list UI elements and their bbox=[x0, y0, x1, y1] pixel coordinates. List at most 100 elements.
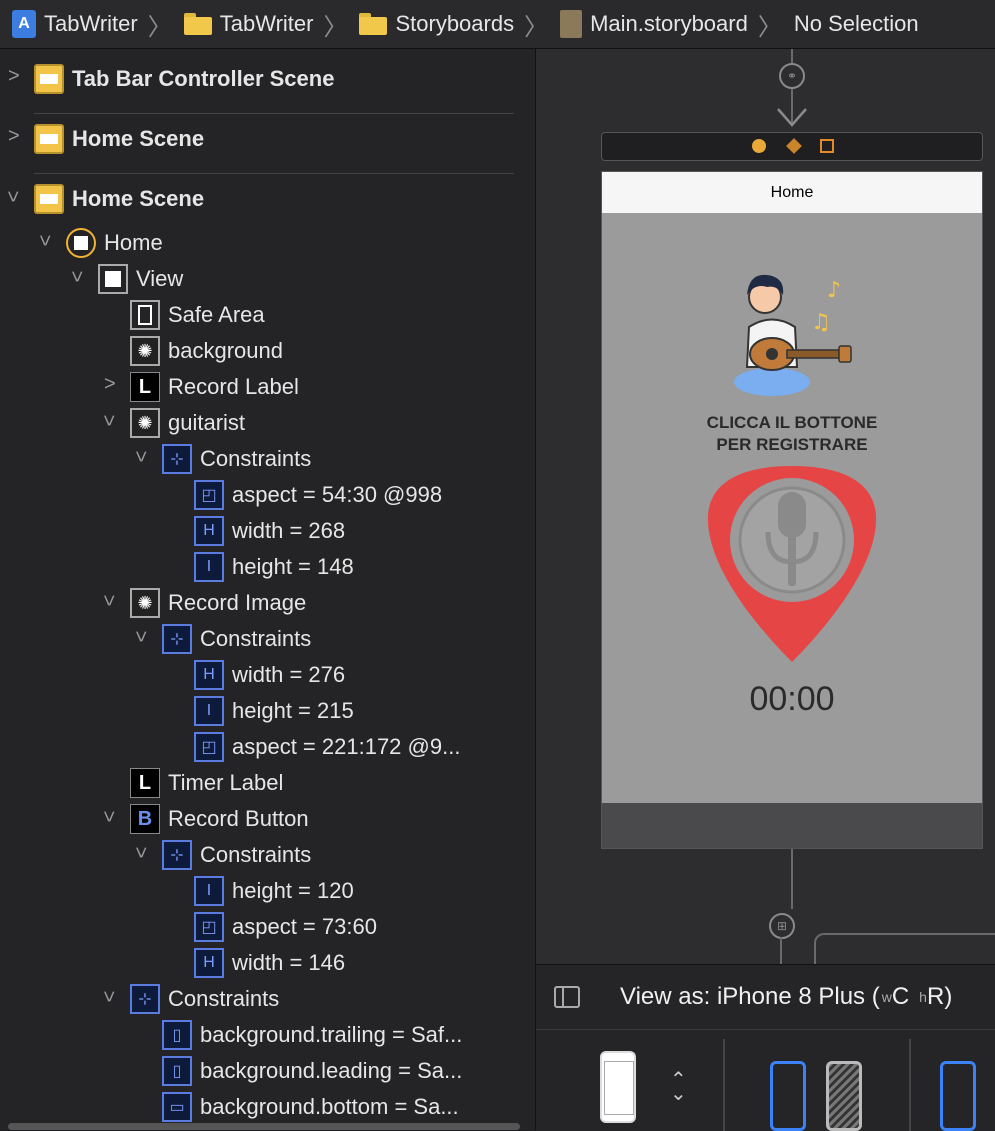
outline-constraint-aspect[interactable]: ◰ aspect = 54:30 @998 bbox=[194, 477, 442, 513]
view-as-label[interactable]: View as: iPhone 8 Plus ( bbox=[620, 983, 880, 1011]
outline-constraint-height[interactable]: I height = 215 bbox=[194, 693, 354, 729]
outline-item-home-vc[interactable]: Home bbox=[66, 225, 163, 261]
folder-icon bbox=[359, 13, 388, 35]
label-icon: L bbox=[130, 372, 160, 402]
scene-icon bbox=[34, 184, 64, 214]
disclosure-down-icon[interactable]: > bbox=[128, 631, 151, 643]
outline-constraint-height[interactable]: I height = 120 bbox=[194, 873, 354, 909]
disclosure-right-icon[interactable]: > bbox=[8, 65, 20, 88]
item-label: width = 146 bbox=[232, 950, 346, 975]
outline-item-record-label[interactable]: L Record Label bbox=[130, 369, 299, 405]
device-stepper-icon[interactable]: ⌃ ⌄ bbox=[670, 1070, 687, 1104]
constraints-icon: ⊹ bbox=[162, 840, 192, 870]
outline-item-record-image-constraints[interactable]: ⊹ Constraints bbox=[162, 621, 311, 657]
view-as-close: ) bbox=[944, 983, 953, 1010]
item-label: View bbox=[136, 266, 184, 291]
caption-line-2: PER REGISTRARE bbox=[716, 435, 868, 454]
safe-area-icon bbox=[130, 300, 160, 330]
outline-item-record-button-constraints[interactable]: ⊹ Constraints bbox=[162, 837, 311, 873]
crumb-group-tabwriter[interactable]: TabWriter bbox=[172, 11, 314, 37]
item-label: height = 215 bbox=[232, 698, 354, 723]
disclosure-down-icon[interactable]: > bbox=[128, 451, 151, 463]
outline-item-view-constraints[interactable]: ⊹ Constraints bbox=[130, 981, 279, 1017]
outline-scene-home-1[interactable]: Home Scene bbox=[34, 121, 204, 157]
outline-constraint-aspect[interactable]: ◰ aspect = 221:172 @9... bbox=[194, 729, 460, 765]
disclosure-down-icon[interactable]: > bbox=[0, 191, 23, 203]
outline-item-safe-area[interactable]: Safe Area bbox=[130, 297, 265, 333]
outline-constraint-aspect[interactable]: ◰ aspect = 73:60 bbox=[194, 909, 377, 945]
size-class-w: w bbox=[881, 989, 892, 1005]
disclosure-down-icon[interactable]: > bbox=[96, 595, 119, 607]
home-scene-preview[interactable]: Home ♪ ♫ CLICCA IL BOTTONE PER REGISTRAR… bbox=[601, 171, 983, 849]
outline-constraint-bottom[interactable]: ▭ background.bottom = Sa... bbox=[162, 1089, 459, 1125]
crumb-group-label: TabWriter bbox=[219, 11, 314, 36]
outline-item-record-image[interactable]: ✺ Record Image bbox=[130, 585, 306, 621]
guitarist-illustration[interactable]: ♪ ♫ bbox=[727, 267, 857, 402]
device-landscape-icon[interactable] bbox=[826, 1061, 862, 1131]
segue-arrow-icon bbox=[777, 108, 807, 127]
disclosure-down-icon[interactable]: > bbox=[96, 415, 119, 427]
device-iphone-icon[interactable] bbox=[600, 1051, 636, 1123]
segue-relationship-icon[interactable]: ⊞ bbox=[769, 913, 795, 939]
image-view-icon: ✺ bbox=[130, 588, 160, 618]
outline-constraint-height[interactable]: I height = 148 bbox=[194, 549, 354, 585]
size-class-h: h bbox=[919, 989, 927, 1005]
exit-dock-icon[interactable] bbox=[820, 139, 834, 153]
outline-constraint-width[interactable]: H width = 268 bbox=[194, 513, 345, 549]
record-button[interactable] bbox=[702, 462, 882, 667]
view-as-bar: View as: iPhone 8 Plus (w Ch R) bbox=[536, 965, 995, 1030]
outline-scene-home-2[interactable]: Home Scene bbox=[34, 181, 204, 217]
crumb-file[interactable]: Main.storyboard bbox=[548, 10, 748, 38]
item-label: height = 120 bbox=[232, 878, 354, 903]
outline-scrollbar[interactable] bbox=[8, 1123, 520, 1130]
outline-constraint-width[interactable]: H width = 146 bbox=[194, 945, 345, 981]
image-view-icon: ✺ bbox=[130, 336, 160, 366]
first-responder-dock-icon[interactable] bbox=[786, 138, 802, 154]
device-adapt-icon[interactable] bbox=[940, 1061, 976, 1131]
outline-constraint-trailing[interactable]: ▯ background.trailing = Saf... bbox=[162, 1017, 462, 1053]
device-config-bar: View as: iPhone 8 Plus (w Ch R) ⌃ ⌄ bbox=[536, 964, 995, 1131]
bottom-constraint-icon: ▭ bbox=[162, 1092, 192, 1122]
device-portrait-icon[interactable] bbox=[770, 1061, 806, 1131]
crumb-project[interactable]: A TabWriter bbox=[0, 10, 138, 38]
item-label: Constraints bbox=[200, 626, 312, 651]
item-label: height = 148 bbox=[232, 554, 354, 579]
constraints-icon: ⊹ bbox=[162, 624, 192, 654]
width-constraint-icon: H bbox=[194, 516, 224, 546]
outline-item-timer-label[interactable]: L Timer Label bbox=[130, 765, 283, 801]
nav-bar: Home bbox=[602, 172, 982, 213]
disclosure-down-icon[interactable]: > bbox=[96, 811, 119, 823]
item-label: Home bbox=[104, 230, 163, 255]
document-outline: > Tab Bar Controller Scene > Home Scene … bbox=[0, 49, 536, 1130]
outline-item-record-button[interactable]: B Record Button bbox=[130, 801, 309, 837]
view-controller-dock-icon[interactable] bbox=[752, 139, 766, 153]
outline-constraint-leading[interactable]: ▯ background.leading = Sa... bbox=[162, 1053, 462, 1089]
label-icon: L bbox=[130, 768, 160, 798]
disclosure-down-icon[interactable]: > bbox=[128, 847, 151, 859]
outline-item-guitarist[interactable]: ✺ guitarist bbox=[130, 405, 245, 441]
outline-item-guitarist-constraints[interactable]: ⊹ Constraints bbox=[162, 441, 311, 477]
disclosure-down-icon[interactable]: > bbox=[32, 235, 55, 247]
item-label: aspect = 54:30 @998 bbox=[232, 482, 443, 507]
disclosure-down-icon[interactable]: > bbox=[64, 271, 87, 283]
crumb-group-storyboards[interactable]: Storyboards bbox=[347, 11, 514, 37]
toggle-outline-icon[interactable] bbox=[554, 986, 580, 1008]
constraints-icon: ⊹ bbox=[130, 984, 160, 1014]
item-label: Record Label bbox=[168, 374, 299, 399]
segue-relationship-icon[interactable]: ⚭ bbox=[779, 63, 805, 89]
crumb-selection[interactable]: No Selection bbox=[782, 11, 919, 37]
outline-item-background[interactable]: ✺ background bbox=[130, 333, 283, 369]
outline-scene-tabbar[interactable]: Tab Bar Controller Scene bbox=[34, 61, 334, 97]
outline-item-view[interactable]: View bbox=[98, 261, 183, 297]
disclosure-right-icon[interactable]: > bbox=[104, 373, 116, 396]
crumb-separator: 〉 bbox=[147, 13, 172, 41]
outline-constraint-width[interactable]: H width = 276 bbox=[194, 657, 345, 693]
scene-dock[interactable] bbox=[601, 132, 983, 161]
size-class-r: R bbox=[926, 983, 945, 1010]
height-constraint-icon: I bbox=[194, 552, 224, 582]
caption-line-1: CLICCA IL BOTTONE bbox=[706, 413, 878, 432]
item-label: Constraints bbox=[200, 446, 312, 471]
disclosure-right-icon[interactable]: > bbox=[8, 125, 20, 148]
storyboard-canvas[interactable]: ⚭ Home ♪ ♫ CLICCA IL BOTTONE PER REGISTR… bbox=[536, 49, 995, 964]
disclosure-down-icon[interactable]: > bbox=[96, 991, 119, 1003]
